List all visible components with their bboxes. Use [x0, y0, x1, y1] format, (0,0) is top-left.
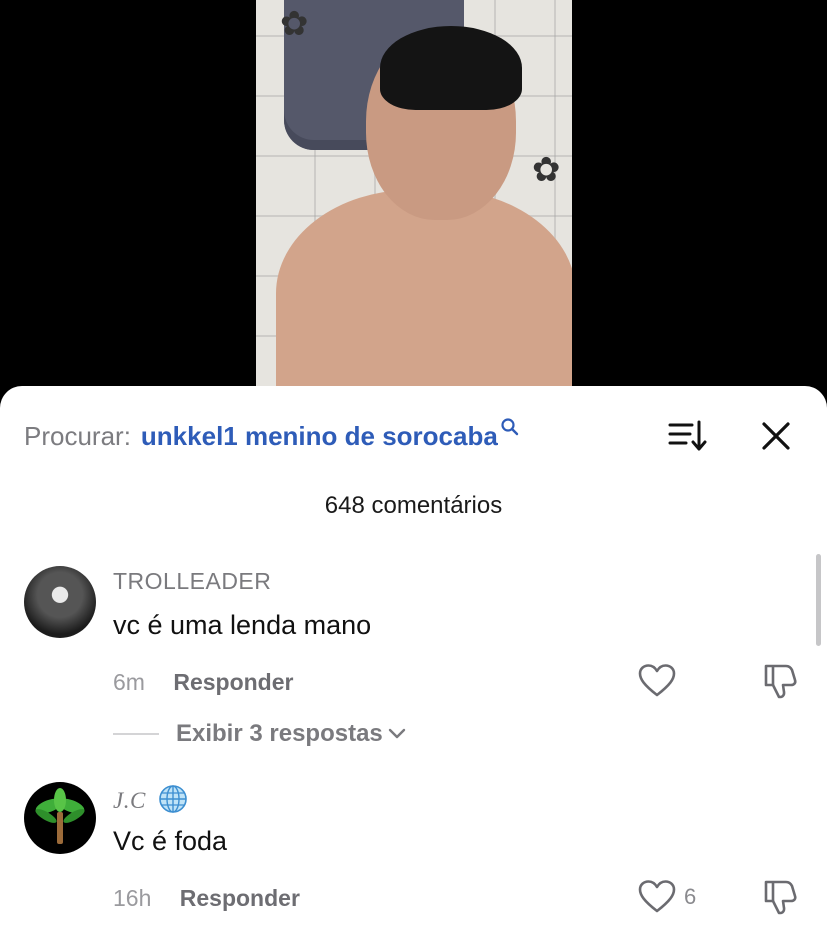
- heart-icon: [638, 664, 676, 697]
- like-count: 6: [684, 884, 697, 909]
- comment-meta: 16h Responder: [113, 885, 300, 912]
- search-icon[interactable]: [500, 417, 520, 442]
- username-text: J.C: [113, 788, 146, 813]
- person-hair: [380, 26, 522, 110]
- comment-text: Vc é foda: [113, 826, 228, 856]
- chevron-down-icon: [388, 728, 405, 739]
- comment-item: TROLLEADER vc é uma lenda mano 6m Respon…: [24, 566, 814, 746]
- close-icon: [762, 422, 790, 450]
- comment-time: 16h: [113, 885, 152, 911]
- reply-button[interactable]: Responder: [173, 669, 293, 695]
- wall-flower-decor: ✿: [532, 151, 561, 189]
- search-query-link[interactable]: unkkel1 menino de sorocaba: [141, 421, 498, 452]
- globe-emoji-icon: [159, 785, 187, 813]
- like-button[interactable]: [638, 664, 676, 698]
- comment-username[interactable]: J.C: [113, 784, 188, 814]
- close-button[interactable]: [758, 418, 794, 454]
- search-suggestion[interactable]: Procurar: unkkel1 menino de sorocaba: [24, 416, 520, 456]
- comments-count: 648 comentários: [324, 492, 503, 519]
- like-button[interactable]: 6: [638, 880, 696, 914]
- replies-divider: [113, 733, 159, 735]
- avatar[interactable]: [24, 782, 96, 854]
- avatar[interactable]: [24, 566, 96, 638]
- search-prefix-label: Procurar:: [24, 420, 131, 451]
- comment-time: 6m: [113, 669, 145, 695]
- comment-meta: 6m Responder: [113, 669, 293, 696]
- person-body: [276, 190, 572, 395]
- palm-tree-avatar-icon: [35, 788, 85, 844]
- dislike-button[interactable]: [762, 878, 798, 921]
- wall-flower-decor: ✿: [280, 5, 309, 43]
- view-replies-button[interactable]: Exibir 3 respostas: [113, 720, 407, 748]
- comment-username[interactable]: TROLLEADER: [113, 568, 271, 595]
- scrollbar[interactable]: [816, 554, 821, 646]
- reply-button[interactable]: Responder: [180, 885, 300, 911]
- comment-item: J.C Vc é foda 16h Responder 6: [24, 782, 814, 932]
- heart-icon: [638, 880, 676, 913]
- thumbs-down-icon: [764, 880, 797, 915]
- sort-icon: [668, 420, 707, 451]
- video-preview[interactable]: ✿ ✿: [256, 0, 572, 395]
- sort-button[interactable]: [668, 418, 708, 454]
- thumbs-down-icon: [764, 664, 797, 699]
- view-replies-label: Exibir 3 respostas: [176, 720, 383, 747]
- comment-text: vc é uma lenda mano: [113, 610, 372, 640]
- comments-sheet: Procurar: unkkel1 menino de sorocaba 648…: [0, 386, 827, 932]
- dislike-button[interactable]: [762, 662, 798, 705]
